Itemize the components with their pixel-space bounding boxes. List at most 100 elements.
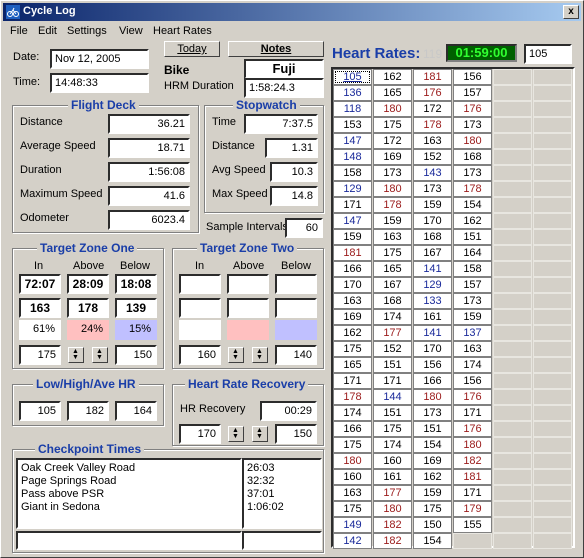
hr-grid-empty-cell[interactable]: [533, 69, 572, 85]
hr-grid-empty-cell[interactable]: [533, 421, 572, 437]
hr-grid-empty-cell[interactable]: [453, 533, 492, 549]
hr-grid-cell[interactable]: 160: [373, 453, 412, 469]
hr-grid-cell[interactable]: 170: [413, 341, 452, 357]
hr-grid-cell[interactable]: 143: [413, 165, 452, 181]
hr-grid-cell[interactable]: 178: [333, 389, 372, 405]
hr-grid-cell[interactable]: 154: [453, 197, 492, 213]
hr-grid-cell[interactable]: 152: [413, 149, 452, 165]
hr-grid-cell[interactable]: 169: [373, 149, 412, 165]
hr-grid-cell[interactable]: 159: [453, 309, 492, 325]
menu-file[interactable]: File: [10, 25, 28, 37]
hr-grid-cell[interactable]: 162: [373, 69, 412, 85]
flight-distance-field[interactable]: 36.21: [108, 114, 190, 134]
hr-grid-cell[interactable]: 171: [333, 197, 372, 213]
hr-grid-cell[interactable]: 180: [373, 501, 412, 517]
hr-recovery-upper-field[interactable]: 170: [179, 424, 221, 444]
hr-grid-empty-cell[interactable]: [493, 117, 532, 133]
hr-grid-empty-cell[interactable]: [493, 325, 532, 341]
time-field[interactable]: 14:48:33: [50, 73, 149, 93]
heart-rate-value-field[interactable]: 105: [524, 44, 572, 64]
hr-grid-cell[interactable]: 137: [453, 325, 492, 341]
hr-grid-cell[interactable]: 163: [373, 229, 412, 245]
hr-grid-cell[interactable]: 180: [333, 453, 372, 469]
hr-grid-empty-cell[interactable]: [533, 133, 572, 149]
hr-grid-empty-cell[interactable]: [493, 373, 532, 389]
hr-grid-empty-cell[interactable]: [533, 453, 572, 469]
hr-grid-cell[interactable]: 154: [413, 437, 452, 453]
hr-grid-empty-cell[interactable]: [493, 405, 532, 421]
hr-grid-empty-cell[interactable]: [493, 389, 532, 405]
hr-grid-cell[interactable]: 162: [413, 469, 452, 485]
spin-down-arrow-icon[interactable]: ▼: [232, 433, 239, 440]
checkpoint-times-list[interactable]: 26:03 32:32 37:01 1:06:02: [242, 458, 322, 529]
hr-recovery-lower-field[interactable]: 150: [275, 424, 317, 444]
hr-grid-cell[interactable]: 147: [333, 133, 372, 149]
checkpoint-name-input[interactable]: [16, 531, 242, 550]
hr-grid-cell[interactable]: 176: [453, 421, 492, 437]
hr-grid-cell[interactable]: 174: [373, 437, 412, 453]
hr-grid-cell[interactable]: 175: [373, 245, 412, 261]
hr-grid-empty-cell[interactable]: [493, 197, 532, 213]
hr-grid-cell[interactable]: 166: [413, 373, 452, 389]
hr-grid-empty-cell[interactable]: [533, 165, 572, 181]
hr-grid-empty-cell[interactable]: [493, 357, 532, 373]
hr-grid-cell[interactable]: 182: [373, 517, 412, 533]
hr-grid-cell[interactable]: 177: [373, 485, 412, 501]
hr-grid-cell[interactable]: 168: [373, 293, 412, 309]
hr-grid-empty-cell[interactable]: [493, 69, 532, 85]
hr-grid-cell[interactable]: 178: [373, 197, 412, 213]
menu-view[interactable]: View: [119, 25, 143, 37]
hr-grid-empty-cell[interactable]: [493, 485, 532, 501]
hr-grid-cell[interactable]: 105: [333, 69, 372, 85]
title-bar[interactable]: Cycle Log x: [3, 3, 581, 21]
hr-grid-empty-cell[interactable]: [493, 341, 532, 357]
hr-grid-cell[interactable]: 158: [333, 165, 372, 181]
hr-grid-cell[interactable]: 157: [453, 277, 492, 293]
hr-grid-cell[interactable]: 150: [413, 517, 452, 533]
hr-grid-cell[interactable]: 166: [333, 261, 372, 277]
hr-grid-empty-cell[interactable]: [533, 485, 572, 501]
hr-grid-empty-cell[interactable]: [493, 213, 532, 229]
tz2-upper-spinner[interactable]: ▲ ▼: [228, 347, 244, 363]
hr-grid-cell[interactable]: 181: [413, 69, 452, 85]
hr-grid-cell[interactable]: 180: [453, 437, 492, 453]
hr-grid-cell[interactable]: 142: [333, 533, 372, 549]
hr-grid-empty-cell[interactable]: [533, 373, 572, 389]
hr-grid-cell[interactable]: 163: [333, 293, 372, 309]
hr-grid-cell[interactable]: 163: [413, 133, 452, 149]
hr-grid-cell[interactable]: 173: [373, 165, 412, 181]
hr-grid-cell[interactable]: 172: [373, 133, 412, 149]
hr-grid-empty-cell[interactable]: [493, 149, 532, 165]
tz1-lower-limit-field[interactable]: 150: [115, 345, 157, 365]
stopwatch-distance-field[interactable]: 1.31: [265, 138, 318, 158]
hr-grid-empty-cell[interactable]: [533, 517, 572, 533]
hr-grid-cell[interactable]: 144: [373, 389, 412, 405]
hr-grid-cell[interactable]: 136: [333, 85, 372, 101]
hr-grid-cell[interactable]: 159: [333, 229, 372, 245]
hr-grid-cell[interactable]: 169: [333, 309, 372, 325]
hr-grid-empty-cell[interactable]: [533, 277, 572, 293]
menu-edit[interactable]: Edit: [38, 25, 57, 37]
hr-grid-cell[interactable]: 175: [333, 501, 372, 517]
notes-tab[interactable]: Notes: [228, 41, 324, 57]
hr-grid-cell[interactable]: 182: [453, 453, 492, 469]
hr-grid-cell[interactable]: 181: [453, 469, 492, 485]
hr-grid-cell[interactable]: 174: [373, 309, 412, 325]
hr-grid-cell[interactable]: 174: [333, 405, 372, 421]
hr-grid-cell[interactable]: 173: [413, 181, 452, 197]
hr-grid-empty-cell[interactable]: [493, 277, 532, 293]
hr-grid-cell[interactable]: 158: [453, 261, 492, 277]
hr-grid-empty-cell[interactable]: [493, 165, 532, 181]
tz2-lower-spinner[interactable]: ▲ ▼: [252, 347, 268, 363]
hr-grid-cell[interactable]: 166: [333, 421, 372, 437]
spin-down-arrow-icon[interactable]: ▼: [96, 354, 103, 361]
hr-grid-empty-cell[interactable]: [533, 309, 572, 325]
hr-grid-cell[interactable]: 160: [333, 469, 372, 485]
hr-grid-cell[interactable]: 159: [413, 197, 452, 213]
hr-grid-empty-cell[interactable]: [493, 421, 532, 437]
hr-grid-cell[interactable]: 159: [373, 213, 412, 229]
hr-grid-cell[interactable]: 149: [333, 517, 372, 533]
tz2-lower-limit-field[interactable]: 140: [275, 345, 317, 365]
hr-grid-cell[interactable]: 141: [413, 261, 452, 277]
hr-recovery-upper-spinner[interactable]: ▲ ▼: [228, 426, 244, 442]
